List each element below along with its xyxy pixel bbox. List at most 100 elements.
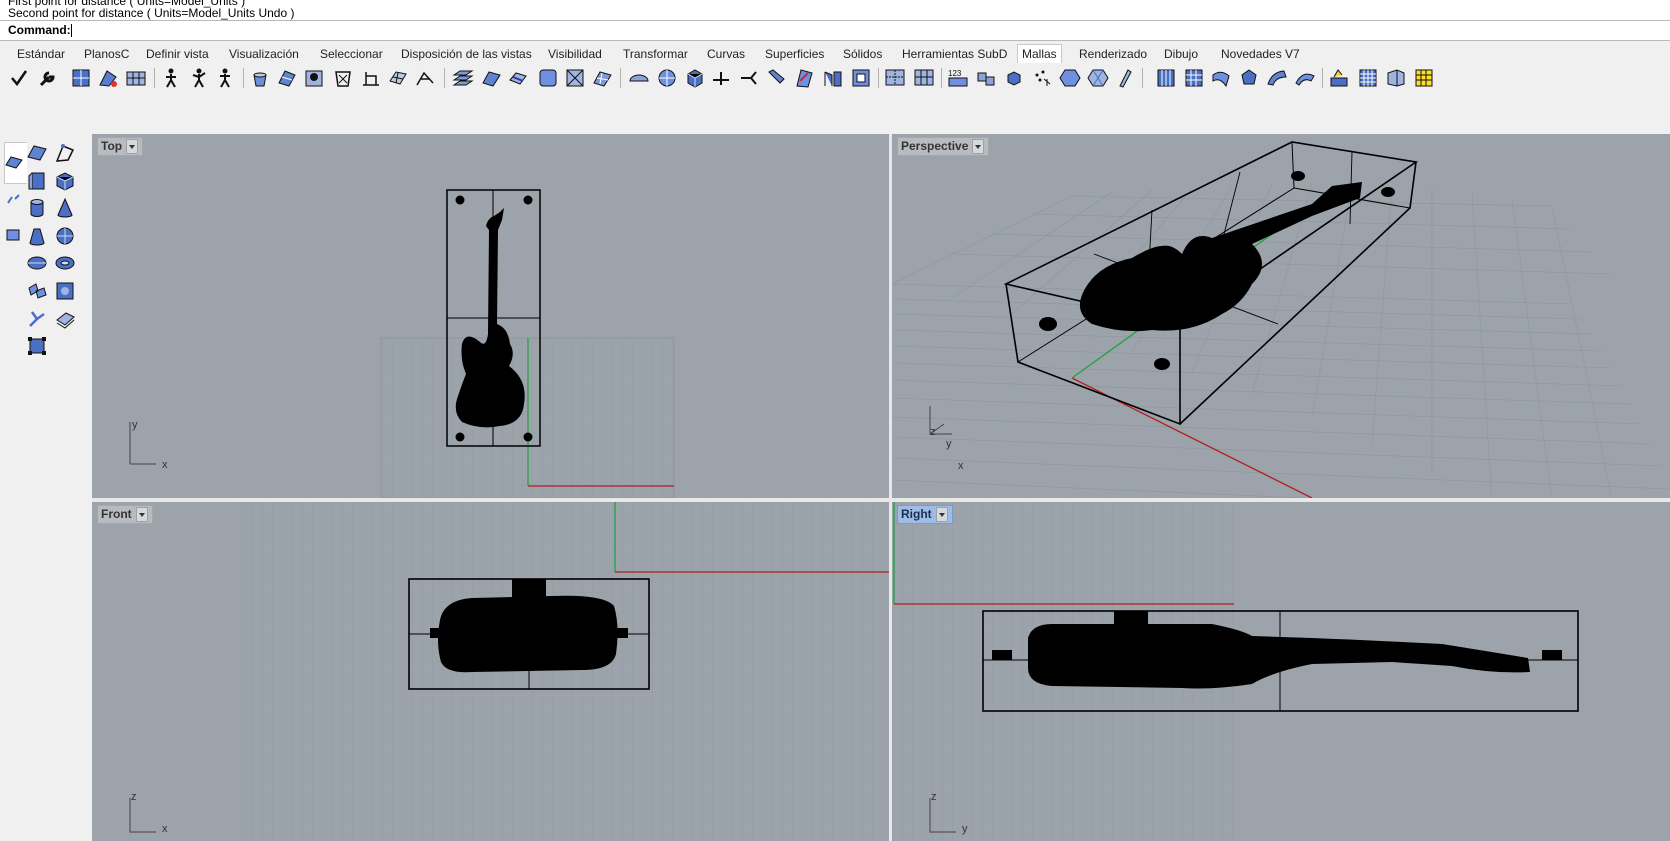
sphere-icon[interactable]: [54, 225, 76, 247]
tab-visualizacion[interactable]: Visualización: [225, 45, 303, 63]
chevron-down-icon[interactable]: [935, 507, 948, 522]
tab-curvas[interactable]: Curvas: [703, 45, 749, 63]
viewport-title-top[interactable]: Top: [97, 137, 144, 156]
stack-icon[interactable]: [1328, 67, 1350, 89]
tab-estandar[interactable]: Estándar: [13, 45, 69, 63]
wrench-icon[interactable]: [37, 67, 59, 89]
tab-transformar[interactable]: Transformar: [619, 45, 692, 63]
tile-icon[interactable]: [1385, 67, 1407, 89]
cube-small-icon[interactable]: [1003, 67, 1025, 89]
measure-icon[interactable]: [360, 67, 382, 89]
mesh-box-icon[interactable]: [70, 67, 92, 89]
person-lift-icon[interactable]: [188, 67, 210, 89]
mesh-from-nurbs-icon[interactable]: [26, 280, 48, 302]
plane-icon[interactable]: [26, 142, 48, 164]
plane-stack-icon[interactable]: [452, 67, 474, 89]
wand-icon[interactable]: [1113, 67, 1135, 89]
circle-blob-icon[interactable]: [1238, 67, 1260, 89]
viewport-right[interactable]: Right z y: [892, 502, 1670, 841]
viewport-front[interactable]: Front z x: [92, 502, 889, 841]
mesh-box-small-icon[interactable]: [26, 335, 48, 357]
mesh-split-icon[interactable]: [26, 308, 48, 330]
viewport-perspective[interactable]: Perspective z y x: [892, 134, 1670, 498]
tab-renderizado[interactable]: Renderizado: [1075, 45, 1151, 63]
mesh-edit-icon[interactable]: [276, 67, 298, 89]
arc-icon[interactable]: [1294, 67, 1316, 89]
grid-panel-icon[interactable]: [1183, 67, 1205, 89]
mesh-join-icon[interactable]: [913, 67, 935, 89]
tab-disposicion[interactable]: Disposición de las vistas: [397, 45, 536, 63]
command-line[interactable]: Command:: [0, 20, 1670, 41]
cone-icon[interactable]: [54, 197, 76, 219]
plane-mesh-icon[interactable]: [591, 67, 613, 89]
panel-icon[interactable]: [1155, 67, 1177, 89]
chevron-down-icon[interactable]: [135, 507, 148, 522]
cube-icon[interactable]: [684, 67, 706, 89]
history-line: Second point for distance ( Units=Model_…: [8, 6, 295, 20]
hexagon-blue-icon[interactable]: [1087, 67, 1109, 89]
chevron-down-icon[interactable]: [972, 139, 985, 154]
curve-corner-icon[interactable]: [54, 142, 76, 164]
plane-icon[interactable]: [3, 151, 25, 173]
curve-icon[interactable]: [1210, 67, 1232, 89]
bucket-icon[interactable]: [249, 67, 271, 89]
sphere-half-icon[interactable]: [628, 67, 650, 89]
mesh-split-icon[interactable]: [884, 67, 906, 89]
tab-planosc[interactable]: PlanosC: [80, 45, 133, 63]
trash-icon[interactable]: [332, 67, 354, 89]
box-icon[interactable]: [26, 170, 48, 192]
viewport-title-right[interactable]: Right: [897, 505, 953, 524]
frame-icon[interactable]: [850, 67, 872, 89]
torus-icon[interactable]: [54, 252, 76, 274]
hexagon-icon[interactable]: [1059, 67, 1081, 89]
tab-dibujo[interactable]: Dibujo: [1160, 45, 1202, 63]
viewport-top[interactable]: Top y x: [92, 134, 889, 498]
tab-solidos[interactable]: Sólidos: [839, 45, 886, 63]
plane-cut-icon[interactable]: [507, 67, 529, 89]
truncated-cone-icon[interactable]: [26, 225, 48, 247]
mesh-grid-icon[interactable]: [125, 67, 147, 89]
tab-superficies[interactable]: Superficies: [761, 45, 828, 63]
chevron-down-icon[interactable]: [126, 139, 139, 154]
tab-herramientas-subd[interactable]: Herramientas SubD: [898, 45, 1011, 63]
tab-visibilidad[interactable]: Visibilidad: [544, 45, 606, 63]
command-input[interactable]: [71, 24, 72, 37]
tab-seleccionar[interactable]: Seleccionar: [316, 45, 387, 63]
square-grid-icon[interactable]: [564, 67, 586, 89]
cube-mesh-icon[interactable]: [387, 67, 409, 89]
viewport-title-front[interactable]: Front: [97, 505, 153, 524]
cube-icon[interactable]: [54, 170, 76, 192]
ruler-icon[interactable]: [710, 67, 732, 89]
skull-icon[interactable]: [303, 67, 325, 89]
square-icon[interactable]: [537, 67, 559, 89]
tab-mallas[interactable]: Mallas: [1017, 44, 1062, 63]
pen-icon[interactable]: [738, 67, 760, 89]
flag-icon[interactable]: [793, 67, 815, 89]
sphere-icon[interactable]: [656, 67, 678, 89]
person-icon[interactable]: [214, 67, 236, 89]
scatter-icon[interactable]: [1031, 67, 1053, 89]
axis-label-x: x: [162, 459, 168, 471]
mesh-book-icon[interactable]: [3, 224, 25, 246]
highlight-icon[interactable]: [1413, 67, 1435, 89]
tab-definir-vista[interactable]: Definir vista: [142, 45, 213, 63]
curve-corner-icon[interactable]: [3, 189, 25, 211]
plane-icon[interactable]: [480, 67, 502, 89]
cut-icon[interactable]: [765, 67, 787, 89]
split-icon[interactable]: [822, 67, 844, 89]
mesh-book-icon[interactable]: [54, 308, 76, 330]
ellipsoid-icon[interactable]: [26, 252, 48, 274]
check-icon[interactable]: [8, 67, 30, 89]
project-icon[interactable]: [414, 67, 436, 89]
tab-novedades-v7[interactable]: Novedades V7: [1217, 45, 1304, 63]
walk-person-icon[interactable]: [160, 67, 182, 89]
dome-icon[interactable]: [1266, 67, 1288, 89]
mesh-patch-icon[interactable]: [54, 280, 76, 302]
axis-label-z: z: [131, 791, 137, 803]
numbers-icon[interactable]: 123: [947, 67, 969, 89]
cylinder-icon[interactable]: [26, 197, 48, 219]
cube-explode-icon[interactable]: [975, 67, 997, 89]
table-icon[interactable]: [1357, 67, 1379, 89]
mesh-patch-icon[interactable]: [97, 67, 119, 89]
viewport-title-perspective[interactable]: Perspective: [897, 137, 990, 156]
